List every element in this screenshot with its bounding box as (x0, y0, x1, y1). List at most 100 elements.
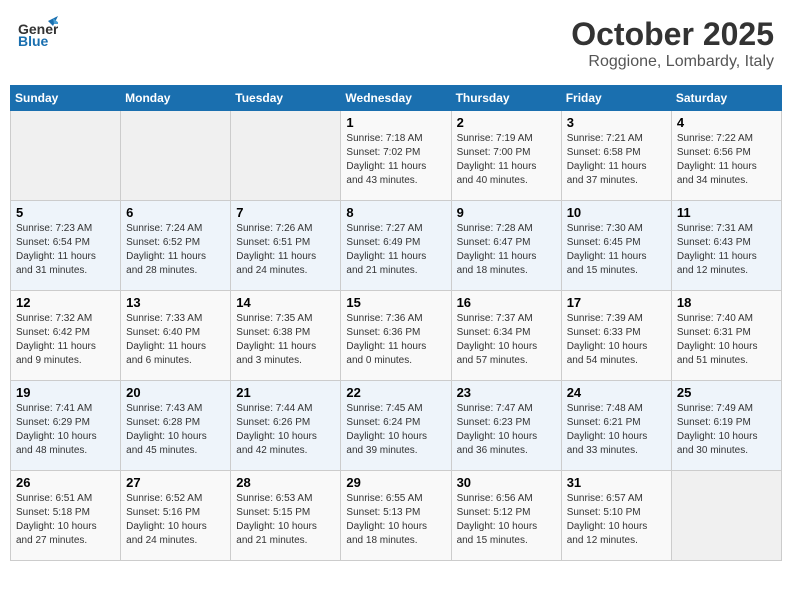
day-number: 24 (567, 385, 666, 400)
calendar-day-14: 14 Sunrise: 7:35 AMSunset: 6:38 PMDayligh… (231, 291, 341, 381)
day-number: 13 (126, 295, 225, 310)
day-info: Sunrise: 7:30 AMSunset: 6:45 PMDaylight:… (567, 222, 666, 278)
day-info: Sunrise: 6:56 AMSunset: 5:12 PMDaylight:… (457, 492, 556, 548)
page-header: General Blue October 2025 Roggione, Lomb… (10, 10, 782, 77)
day-number: 30 (457, 475, 556, 490)
calendar-day-20: 20Sunrise: 7:43 AMSunset: 6:28 PMDayligh… (121, 381, 231, 471)
calendar-week-row: 1 Sunrise: 7:18 AMSunset: 7:02 PMDaylight… (11, 111, 782, 201)
day-number: 9 (457, 205, 556, 220)
day-info: Sunrise: 7:43 AMSunset: 6:28 PMDaylight:… (126, 402, 225, 458)
weekday-header-saturday: Saturday (671, 86, 781, 111)
day-info: Sunrise: 7:23 AMSunset: 6:54 PMDaylight:… (16, 222, 115, 278)
calendar-day-23: 23 Sunrise: 7:47 AMSunset: 6:23 PMDayligh… (451, 381, 561, 471)
day-info: Sunrise: 6:51 AMSunset: 5:18 PMDaylight:… (16, 492, 115, 548)
day-number: 15 (346, 295, 445, 310)
calendar-day-6: 6 Sunrise: 7:24 AMSunset: 6:52 PMDaylight… (121, 201, 231, 291)
title-block: October 2025 Roggione, Lombardy, Italy (571, 16, 774, 71)
day-number: 27 (126, 475, 225, 490)
day-number: 31 (567, 475, 666, 490)
day-number: 14 (236, 295, 335, 310)
day-info: Sunrise: 7:39 AMSunset: 6:33 PMDaylight:… (567, 312, 666, 368)
day-number: 28 (236, 475, 335, 490)
calendar-day-22: 22 Sunrise: 7:45 AMSunset: 6:24 PMDayligh… (341, 381, 451, 471)
day-number: 1 (346, 115, 445, 130)
calendar-day-19: 19Sunrise: 7:41 AMSunset: 6:29 PMDayligh… (11, 381, 121, 471)
calendar-day-3: 3Sunrise: 7:21 AMSunset: 6:58 PMDaylight… (561, 111, 671, 201)
empty-day-cell (231, 111, 341, 201)
day-number: 29 (346, 475, 445, 490)
empty-day-cell (671, 471, 781, 561)
calendar-day-9: 9 Sunrise: 7:28 AMSunset: 6:47 PMDaylight… (451, 201, 561, 291)
day-info: Sunrise: 7:18 AMSunset: 7:02 PMDaylight:… (346, 132, 445, 188)
day-number: 16 (457, 295, 556, 310)
day-info: Sunrise: 7:32 AMSunset: 6:42 PMDaylight:… (16, 312, 115, 368)
day-info: Sunrise: 7:44 AMSunset: 6:26 PMDaylight:… (236, 402, 335, 458)
day-number: 17 (567, 295, 666, 310)
day-info: Sunrise: 7:37 AMSunset: 6:34 PMDaylight:… (457, 312, 556, 368)
empty-day-cell (121, 111, 231, 201)
weekday-header-wednesday: Wednesday (341, 86, 451, 111)
day-number: 11 (677, 205, 776, 220)
day-number: 12 (16, 295, 115, 310)
location-title: Roggione, Lombardy, Italy (571, 53, 774, 71)
calendar-day-5: 5 Sunrise: 7:23 AMSunset: 6:54 PMDaylight… (11, 201, 121, 291)
calendar-week-row: 5 Sunrise: 7:23 AMSunset: 6:54 PMDaylight… (11, 201, 782, 291)
day-info: Sunrise: 6:55 AMSunset: 5:13 PMDaylight:… (346, 492, 445, 548)
logo-bird-icon: General Blue (18, 16, 58, 51)
calendar-day-21: 21 Sunrise: 7:44 AMSunset: 6:26 PMDayligh… (231, 381, 341, 471)
day-number: 8 (346, 205, 445, 220)
day-info: Sunrise: 7:47 AMSunset: 6:23 PMDaylight:… (457, 402, 556, 458)
day-info: Sunrise: 7:19 AMSunset: 7:00 PMDaylight:… (457, 132, 556, 188)
day-number: 22 (346, 385, 445, 400)
day-number: 23 (457, 385, 556, 400)
calendar-day-1: 1 Sunrise: 7:18 AMSunset: 7:02 PMDaylight… (341, 111, 451, 201)
weekday-header-thursday: Thursday (451, 86, 561, 111)
calendar-day-27: 27 Sunrise: 6:52 AMSunset: 5:16 PMDayligh… (121, 471, 231, 561)
day-info: Sunrise: 7:33 AMSunset: 6:40 PMDaylight:… (126, 312, 225, 368)
day-number: 5 (16, 205, 115, 220)
calendar-day-12: 12 Sunrise: 7:32 AMSunset: 6:42 PMDayligh… (11, 291, 121, 381)
calendar-day-29: 29 Sunrise: 6:55 AMSunset: 5:13 PMDayligh… (341, 471, 451, 561)
calendar-day-28: 28Sunrise: 6:53 AMSunset: 5:15 PMDayligh… (231, 471, 341, 561)
calendar-table: SundayMondayTuesdayWednesdayThursdayFrid… (10, 85, 782, 561)
day-number: 4 (677, 115, 776, 130)
weekday-header-monday: Monday (121, 86, 231, 111)
day-info: Sunrise: 7:45 AMSunset: 6:24 PMDaylight:… (346, 402, 445, 458)
day-info: Sunrise: 6:52 AMSunset: 5:16 PMDaylight:… (126, 492, 225, 548)
day-info: Sunrise: 6:57 AMSunset: 5:10 PMDaylight:… (567, 492, 666, 548)
day-number: 18 (677, 295, 776, 310)
day-info: Sunrise: 7:31 AMSunset: 6:43 PMDaylight:… (677, 222, 776, 278)
calendar-day-13: 13 Sunrise: 7:33 AMSunset: 6:40 PMDayligh… (121, 291, 231, 381)
calendar-day-26: 26Sunrise: 6:51 AMSunset: 5:18 PMDayligh… (11, 471, 121, 561)
calendar-day-2: 2Sunrise: 7:19 AMSunset: 7:00 PMDaylight… (451, 111, 561, 201)
calendar-day-15: 15Sunrise: 7:36 AMSunset: 6:36 PMDayligh… (341, 291, 451, 381)
day-number: 6 (126, 205, 225, 220)
calendar-day-16: 16 Sunrise: 7:37 AMSunset: 6:34 PMDayligh… (451, 291, 561, 381)
day-info: Sunrise: 7:24 AMSunset: 6:52 PMDaylight:… (126, 222, 225, 278)
day-info: Sunrise: 7:40 AMSunset: 6:31 PMDaylight:… (677, 312, 776, 368)
day-info: Sunrise: 7:49 AMSunset: 6:19 PMDaylight:… (677, 402, 776, 458)
day-info: Sunrise: 7:27 AMSunset: 6:49 PMDaylight:… (346, 222, 445, 278)
calendar-day-17: 17 Sunrise: 7:39 AMSunset: 6:33 PMDayligh… (561, 291, 671, 381)
day-info: Sunrise: 7:26 AMSunset: 6:51 PMDaylight:… (236, 222, 335, 278)
svg-text:Blue: Blue (18, 33, 49, 49)
calendar-day-8: 8 Sunrise: 7:27 AMSunset: 6:49 PMDaylight… (341, 201, 451, 291)
calendar-day-10: 10 Sunrise: 7:30 AMSunset: 6:45 PMDayligh… (561, 201, 671, 291)
calendar-day-31: 31 Sunrise: 6:57 AMSunset: 5:10 PMDayligh… (561, 471, 671, 561)
weekday-header-tuesday: Tuesday (231, 86, 341, 111)
day-info: Sunrise: 7:28 AMSunset: 6:47 PMDaylight:… (457, 222, 556, 278)
day-number: 21 (236, 385, 335, 400)
empty-day-cell (11, 111, 121, 201)
day-number: 7 (236, 205, 335, 220)
day-number: 25 (677, 385, 776, 400)
calendar-day-11: 11 Sunrise: 7:31 AMSunset: 6:43 PMDayligh… (671, 201, 781, 291)
day-number: 3 (567, 115, 666, 130)
day-info: Sunrise: 7:48 AMSunset: 6:21 PMDaylight:… (567, 402, 666, 458)
calendar-day-7: 7 Sunrise: 7:26 AMSunset: 6:51 PMDaylight… (231, 201, 341, 291)
calendar-day-25: 25 Sunrise: 7:49 AMSunset: 6:19 PMDayligh… (671, 381, 781, 471)
calendar-day-30: 30 Sunrise: 6:56 AMSunset: 5:12 PMDayligh… (451, 471, 561, 561)
month-title: October 2025 (571, 16, 774, 53)
calendar-week-row: 12 Sunrise: 7:32 AMSunset: 6:42 PMDayligh… (11, 291, 782, 381)
day-number: 10 (567, 205, 666, 220)
day-info: Sunrise: 7:35 AMSunset: 6:38 PMDaylight:… (236, 312, 335, 368)
